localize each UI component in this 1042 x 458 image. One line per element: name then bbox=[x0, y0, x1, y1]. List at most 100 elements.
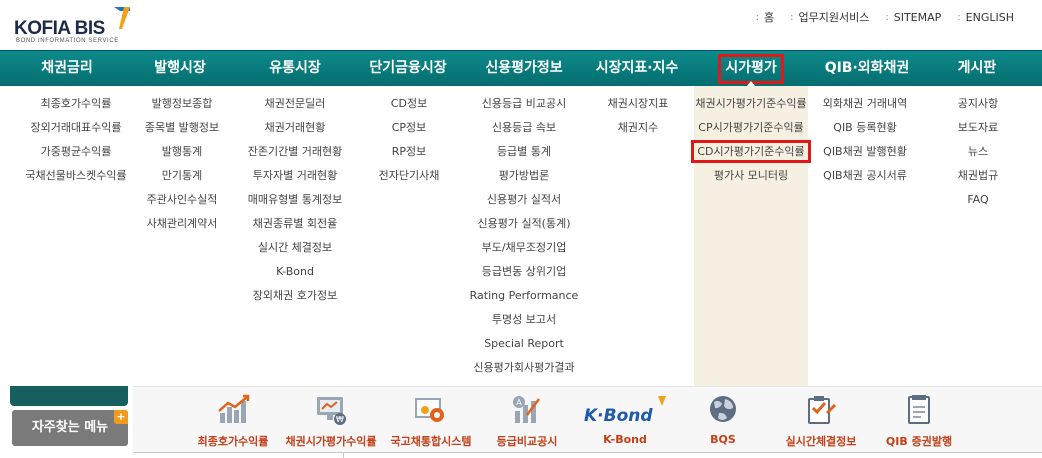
submenu-item[interactable]: 신용등급 속보 bbox=[462, 116, 586, 140]
submenu-item[interactable]: 가중평균수익률 bbox=[4, 140, 148, 164]
submenu-item[interactable]: 주관사인수실적 bbox=[132, 188, 232, 212]
submenu-item[interactable]: CP정보 bbox=[363, 116, 455, 140]
submenu-item[interactable]: 매매유형별 통계정보 bbox=[234, 188, 356, 212]
submenu-item[interactable]: 뉴스 bbox=[930, 140, 1026, 164]
submenu-item[interactable]: 채권시가평가기준수익률 bbox=[694, 92, 808, 116]
side-panel-edge bbox=[10, 386, 128, 406]
submenu-item[interactable]: Rating Performance bbox=[462, 284, 586, 308]
quick-label: 실시간체결정보 bbox=[785, 435, 857, 448]
submenu-item[interactable]: 평가사 모니터링 bbox=[694, 164, 808, 188]
quick-qib-issue[interactable]: QIB 증권발행 bbox=[871, 393, 967, 449]
submenu-item[interactable]: 부도/채무조정기업 bbox=[462, 236, 586, 260]
quick-label: 국고채통합시스템 bbox=[390, 435, 472, 448]
submenu-item[interactable]: 채권지수 bbox=[590, 116, 686, 140]
submenu-item[interactable]: QIB 등록현황 bbox=[808, 116, 922, 140]
kbond-logo-icon: K·Bond bbox=[584, 396, 666, 426]
gnb-board[interactable]: 게시판 bbox=[922, 51, 1032, 87]
favorite-menu-button[interactable]: 자주찾는 메뉴 + bbox=[12, 410, 128, 446]
quick-treasury-system[interactable]: 국고채통합시스템 bbox=[383, 393, 479, 449]
submenu-item[interactable]: 장외거래대표수익률 bbox=[4, 116, 148, 140]
submenu-distribution-market: 채권전문딜러 채권거래현황 잔존기간별 거래현황 투자자별 거래현황 매매유형별… bbox=[234, 92, 356, 308]
divider bbox=[343, 453, 344, 458]
quick-final-quote-yield[interactable]: 최종호가수익률 bbox=[185, 393, 281, 449]
submenu-short-term-market: CD정보 CP정보 RP정보 전자단기사채 bbox=[363, 92, 455, 188]
util-business-support[interactable]: : 업무지원서비스 bbox=[790, 9, 869, 25]
quick-label: BQS bbox=[710, 433, 736, 446]
submenu-item[interactable]: 사채관리계약서 bbox=[132, 212, 232, 236]
gnb-bond-rates[interactable]: 채권금리 bbox=[12, 51, 122, 87]
plus-icon: + bbox=[114, 410, 128, 424]
submenu-item[interactable]: 장외채권 호가정보 bbox=[234, 284, 356, 308]
submenu-item[interactable]: 등급변동 상위기업 bbox=[462, 260, 586, 284]
quick-rating-compare[interactable]: A 등급비교공시 bbox=[479, 393, 575, 449]
submenu-item[interactable]: 국채선물바스켓수익률 bbox=[4, 164, 148, 188]
submenu-item[interactable]: 평가방법론 bbox=[462, 164, 586, 188]
submenu-item[interactable]: 등급별 통계 bbox=[462, 140, 586, 164]
submenu-item-cd-mtm-selected[interactable]: CD시가평가기준수익률 bbox=[691, 140, 811, 164]
gnb-short-term-market[interactable]: 단기금융시장 bbox=[352, 51, 464, 87]
submenu-item-label: CD시가평가기준수익률 bbox=[691, 140, 811, 163]
submenu-item[interactable]: 잔존기간별 거래현황 bbox=[234, 140, 356, 164]
quick-mtm-yield[interactable]: ₩ 채권시가평가수익률 bbox=[283, 393, 379, 449]
submenu-qib-foreign-bond: 외화채권 거래내역 QIB 등록현황 QIB채권 발행현황 QIB채권 공시서류 bbox=[808, 92, 922, 188]
submenu-item[interactable]: CP시가평가기준수익률 bbox=[694, 116, 808, 140]
utility-links: :홈 : 업무지원서비스 : SITEMAP : ENGLISH bbox=[756, 9, 1014, 25]
gnb-qib-foreign-bond[interactable]: QIB·외화채권 bbox=[808, 51, 926, 87]
bullet-icon: : bbox=[885, 11, 889, 23]
quick-kbond[interactable]: K·Bond K-Bond bbox=[577, 393, 673, 446]
submenu-item[interactable]: Special Report bbox=[462, 332, 586, 356]
gear-board-icon bbox=[415, 398, 444, 422]
util-sitemap[interactable]: : SITEMAP bbox=[885, 9, 941, 25]
gnb-credit-rating-info[interactable]: 신용평가정보 bbox=[465, 51, 583, 87]
svg-text:₩: ₩ bbox=[336, 415, 344, 424]
globe-icon bbox=[710, 396, 736, 422]
svg-text:K·Bond: K·Bond bbox=[584, 406, 653, 426]
submenu-item[interactable]: 신용평가 실적서 bbox=[462, 188, 586, 212]
gnb-issue-market[interactable]: 발행시장 bbox=[125, 51, 235, 87]
submenu-item[interactable]: 공지사항 bbox=[930, 92, 1026, 116]
submenu-item[interactable]: 채권거래현황 bbox=[234, 116, 356, 140]
submenu-item[interactable]: 전자단기사채 bbox=[363, 164, 455, 188]
quick-label: K-Bond bbox=[603, 433, 647, 446]
submenu-item[interactable]: 채권시장지표 bbox=[590, 92, 686, 116]
submenu-item[interactable]: FAQ bbox=[930, 188, 1026, 212]
submenu-item[interactable]: 채권전문딜러 bbox=[234, 92, 356, 116]
util-sitemap-label: SITEMAP bbox=[893, 10, 942, 24]
util-english[interactable]: : ENGLISH bbox=[957, 9, 1014, 25]
monitor-coin-icon: ₩ bbox=[317, 397, 346, 425]
submenu-item[interactable]: CD정보 bbox=[363, 92, 455, 116]
rating-compare-icon: A bbox=[513, 396, 540, 423]
submenu-item[interactable]: 채권법규 bbox=[930, 164, 1026, 188]
submenu-item[interactable]: 외화채권 거래내역 bbox=[808, 92, 922, 116]
submenu-item[interactable]: QIB채권 발행현황 bbox=[808, 140, 922, 164]
submenu-item[interactable]: 최종호가수익률 bbox=[4, 92, 148, 116]
submenu-item[interactable]: 발행통계 bbox=[132, 140, 232, 164]
gnb-market-index[interactable]: 시장지표·지수 bbox=[582, 51, 692, 87]
submenu-item[interactable]: 실시간 체결정보 bbox=[234, 236, 356, 260]
submenu-item[interactable]: RP정보 bbox=[363, 140, 455, 164]
main-navigation: 채권금리 발행시장 유통시장 단기금융시장 신용평가정보 시장지표·지수 시가평… bbox=[0, 50, 1042, 87]
submenu-item[interactable]: 만기통계 bbox=[132, 164, 232, 188]
util-home[interactable]: :홈 bbox=[756, 9, 775, 25]
gnb-distribution-market[interactable]: 유통시장 bbox=[240, 51, 350, 87]
gnb-mark-to-market[interactable]: 시가평가 bbox=[716, 51, 786, 87]
util-english-label: ENGLISH bbox=[965, 10, 1014, 24]
util-business-support-label: 업무지원서비스 bbox=[798, 11, 870, 24]
kofia-bis-logo[interactable]: KOFIA BIS BOND INFORMATION SERVICE bbox=[14, 5, 132, 47]
util-home-label: 홈 bbox=[764, 11, 775, 24]
submenu-item[interactable]: 보도자료 bbox=[930, 116, 1026, 140]
quick-realtime-trades[interactable]: 실시간체결정보 bbox=[773, 393, 869, 449]
submenu-item[interactable]: 신용평가 실적(통계) bbox=[462, 212, 586, 236]
submenu-credit-rating: 신용등급 비교공시 신용등급 속보 등급별 통계 평가방법론 신용평가 실적서 … bbox=[462, 92, 586, 380]
mega-dropdown: 최종호가수익률 장외거래대표수익률 가중평균수익률 국채선물바스켓수익률 발행정… bbox=[0, 86, 1042, 387]
quick-bqs[interactable]: BQS bbox=[675, 393, 771, 446]
submenu-item[interactable]: QIB채권 공시서류 bbox=[808, 164, 922, 188]
submenu-item[interactable]: 채권종류별 회전율 bbox=[234, 212, 356, 236]
submenu-item[interactable]: 투명성 보고서 bbox=[462, 308, 586, 332]
submenu-item[interactable]: 신용등급 비교공시 bbox=[462, 92, 586, 116]
submenu-item[interactable]: K-Bond bbox=[234, 260, 356, 284]
submenu-item[interactable]: 투자자별 거래현황 bbox=[234, 164, 356, 188]
submenu-item[interactable]: 종목별 발행정보 bbox=[132, 116, 232, 140]
submenu-item[interactable]: 신용평가회사평가결과 bbox=[462, 356, 586, 380]
submenu-item[interactable]: 발행정보종합 bbox=[132, 92, 232, 116]
